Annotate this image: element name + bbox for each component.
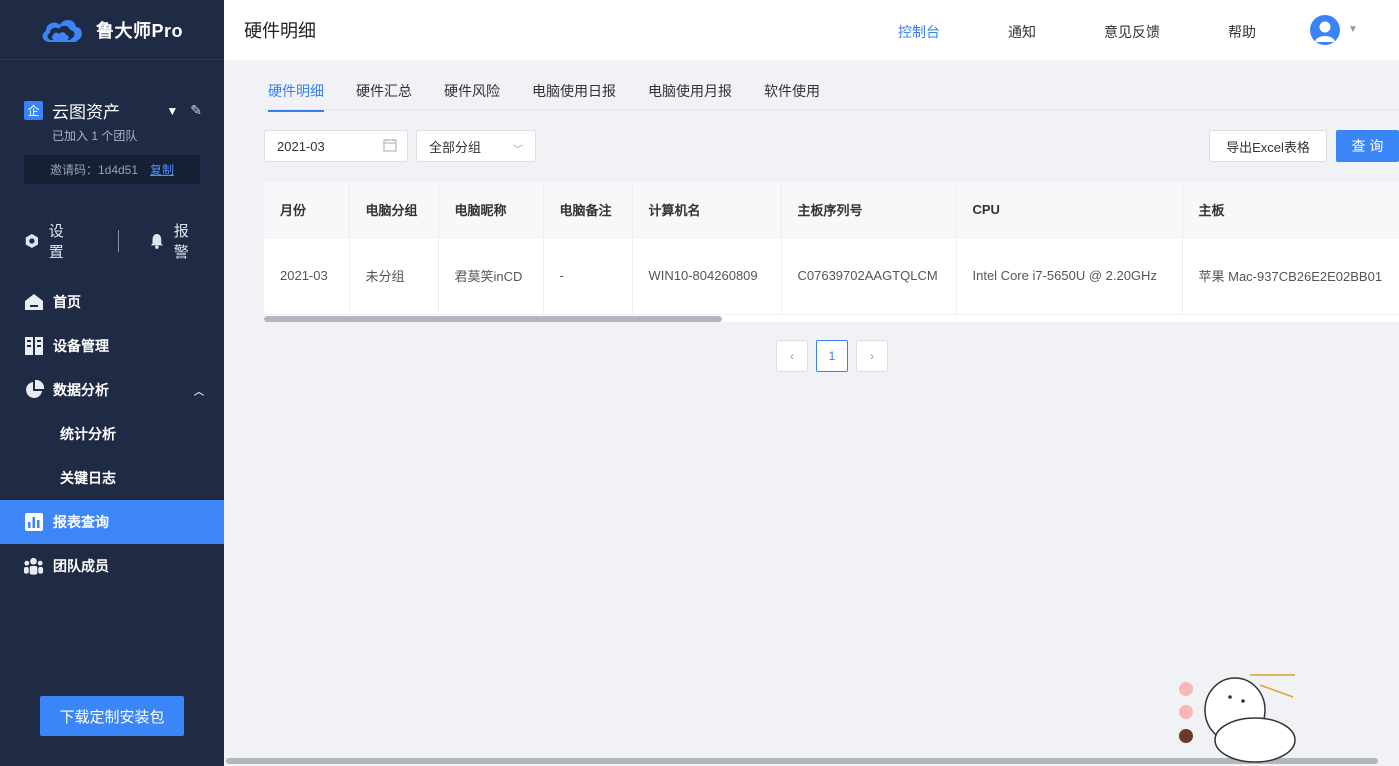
sidebar-nav: 首页 设备管理 数据分析 ︿ 统计分析 关键日志 报表查询 团队成员 <box>0 280 224 588</box>
header-link-notify[interactable]: 通知 <box>1008 22 1036 42</box>
tab-daily-report[interactable]: 电脑使用日报 <box>532 81 616 110</box>
settings-button[interactable]: 设置 <box>24 220 75 262</box>
team-icon <box>23 556 44 577</box>
sidebar-item-label: 关键日志 <box>60 470 116 486</box>
column-header: 主板 <box>1182 182 1399 238</box>
group-select-value: 全部分组 <box>429 139 482 155</box>
sidebar-item-analysis[interactable]: 数据分析 ︿ <box>0 368 224 412</box>
device-icon <box>23 336 44 357</box>
table-cell: Intel Core i7-5650U @ 2.20GHz <box>956 237 1183 315</box>
table-cell: 2021-03 <box>264 237 350 315</box>
sidebar-item-stats[interactable]: 统计分析 <box>0 412 224 456</box>
sidebar-item-reports[interactable]: 报表查询 <box>0 500 224 544</box>
column-header: 电脑分组 <box>349 182 439 238</box>
mascot-sticker-icon <box>1179 674 1296 763</box>
chevron-down-icon: ﹀ <box>513 145 523 156</box>
sidebar-item-label: 首页 <box>53 294 81 310</box>
month-value: 2021-03 <box>277 138 325 154</box>
query-button[interactable]: 查 询 <box>1336 130 1399 162</box>
alarm-button[interactable]: 报警 <box>149 220 200 262</box>
sidebar-item-label: 统计分析 <box>60 426 116 442</box>
top-header: 硬件明细 控制台 通知 意见反馈 帮助 ▼ <box>224 0 1399 60</box>
bar-chart-icon <box>23 512 44 533</box>
avatar[interactable] <box>1310 15 1340 45</box>
table-cell: - <box>543 237 633 315</box>
month-picker[interactable]: 2021-03 <box>264 130 408 162</box>
sidebar: 鲁大师Pro 企 云图资产 ▼ ✎ 已加入 1 个团队 邀请码：1d4d51 复… <box>0 0 224 766</box>
column-header: 电脑昵称 <box>438 182 544 238</box>
table-cell: 未分组 <box>349 237 439 315</box>
gear-icon <box>25 233 39 249</box>
header-link-console[interactable]: 控制台 <box>898 22 940 42</box>
quick-actions: 设置 报警 <box>24 220 200 262</box>
caret-down-icon[interactable]: ▼ <box>1348 24 1358 35</box>
alarm-label: 报警 <box>173 223 189 261</box>
tab-hardware-summary[interactable]: 硬件汇总 <box>356 81 412 110</box>
table-horizontal-scrollbar[interactable] <box>264 316 722 322</box>
sidebar-item-label: 报表查询 <box>53 514 109 530</box>
sidebar-item-keylog[interactable]: 关键日志 <box>0 456 224 500</box>
calendar-icon <box>383 139 397 152</box>
sidebar-item-home[interactable]: 首页 <box>0 280 224 324</box>
settings-label: 设置 <box>48 223 64 261</box>
tab-hardware-risk[interactable]: 硬件风险 <box>444 81 500 110</box>
sidebar-item-label: 团队成员 <box>53 558 109 574</box>
header-link-help[interactable]: 帮助 <box>1228 22 1256 42</box>
team-badge: 企 <box>24 101 43 120</box>
home-icon <box>23 292 44 313</box>
edit-icon[interactable]: ✎ <box>190 102 202 119</box>
header-link-feedback[interactable]: 意见反馈 <box>1104 22 1160 42</box>
app-name: 鲁大师Pro <box>96 20 184 41</box>
sidebar-item-label: 数据分析 <box>53 382 109 398</box>
sidebar-item-members[interactable]: 团队成员 <box>0 544 224 588</box>
export-excel-button[interactable]: 导出Excel表格 <box>1209 130 1327 162</box>
team-subtitle: 已加入 1 个团队 <box>52 129 138 143</box>
cloud-logo-icon <box>42 19 82 42</box>
table-header-row: 月份 电脑分组 电脑昵称 电脑备注 计算机名 主板序列号 CPU 主板 <box>264 182 1399 238</box>
caret-down-icon[interactable]: ▼ <box>166 104 178 118</box>
divider <box>118 230 119 252</box>
copy-link[interactable]: 复制 <box>150 161 174 178</box>
tab-software-usage[interactable]: 软件使用 <box>764 81 820 110</box>
invite-code-label: 邀请码：1d4d51 <box>49 163 139 177</box>
user-icon <box>1315 21 1335 42</box>
page-number[interactable]: 1 <box>816 340 848 372</box>
table-cell: 苹果 Mac-937CB26E2E02BB01 <box>1182 237 1399 315</box>
column-header: CPU <box>956 182 1183 238</box>
chevron-up-icon[interactable]: ︿ <box>194 383 204 398</box>
column-header: 电脑备注 <box>543 182 633 238</box>
group-select[interactable]: 全部分组 ﹀ <box>416 130 536 162</box>
tab-hardware-detail[interactable]: 硬件明细 <box>268 81 324 112</box>
next-page-button[interactable]: › <box>856 340 888 372</box>
download-installer-button[interactable]: 下载定制安装包 <box>40 696 184 736</box>
team-name[interactable]: 云图资产 <box>52 98 120 123</box>
logo[interactable]: 鲁大师Pro <box>0 0 224 60</box>
table-cell: C07639702AAGTQLCM <box>781 237 957 315</box>
invite-code: 邀请码：1d4d51 复制 <box>24 155 200 184</box>
table-cell: 君莫笑inCD <box>438 237 544 315</box>
hardware-table: 月份 电脑分组 电脑昵称 电脑备注 计算机名 主板序列号 CPU 主板 2021… <box>264 182 1399 322</box>
report-tabs: 硬件明细 硬件汇总 硬件风险 电脑使用日报 电脑使用月报 软件使用 <box>264 60 1399 112</box>
table-row[interactable]: 2021-03 未分组 君莫笑inCD - WIN10-804260809 C0… <box>264 237 1399 315</box>
tab-monthly-report[interactable]: 电脑使用月报 <box>648 81 732 110</box>
bell-icon <box>150 233 163 249</box>
pie-chart-icon <box>23 380 44 401</box>
sidebar-item-devices[interactable]: 设备管理 <box>0 324 224 368</box>
prev-page-button[interactable]: ‹ <box>776 340 808 372</box>
table-cell: WIN10-804260809 <box>632 237 782 315</box>
column-header: 主板序列号 <box>781 182 957 238</box>
sidebar-item-label: 设备管理 <box>53 338 109 354</box>
column-header: 月份 <box>264 182 350 238</box>
pagination: ‹ 1 › <box>776 340 888 372</box>
column-header: 计算机名 <box>632 182 782 238</box>
